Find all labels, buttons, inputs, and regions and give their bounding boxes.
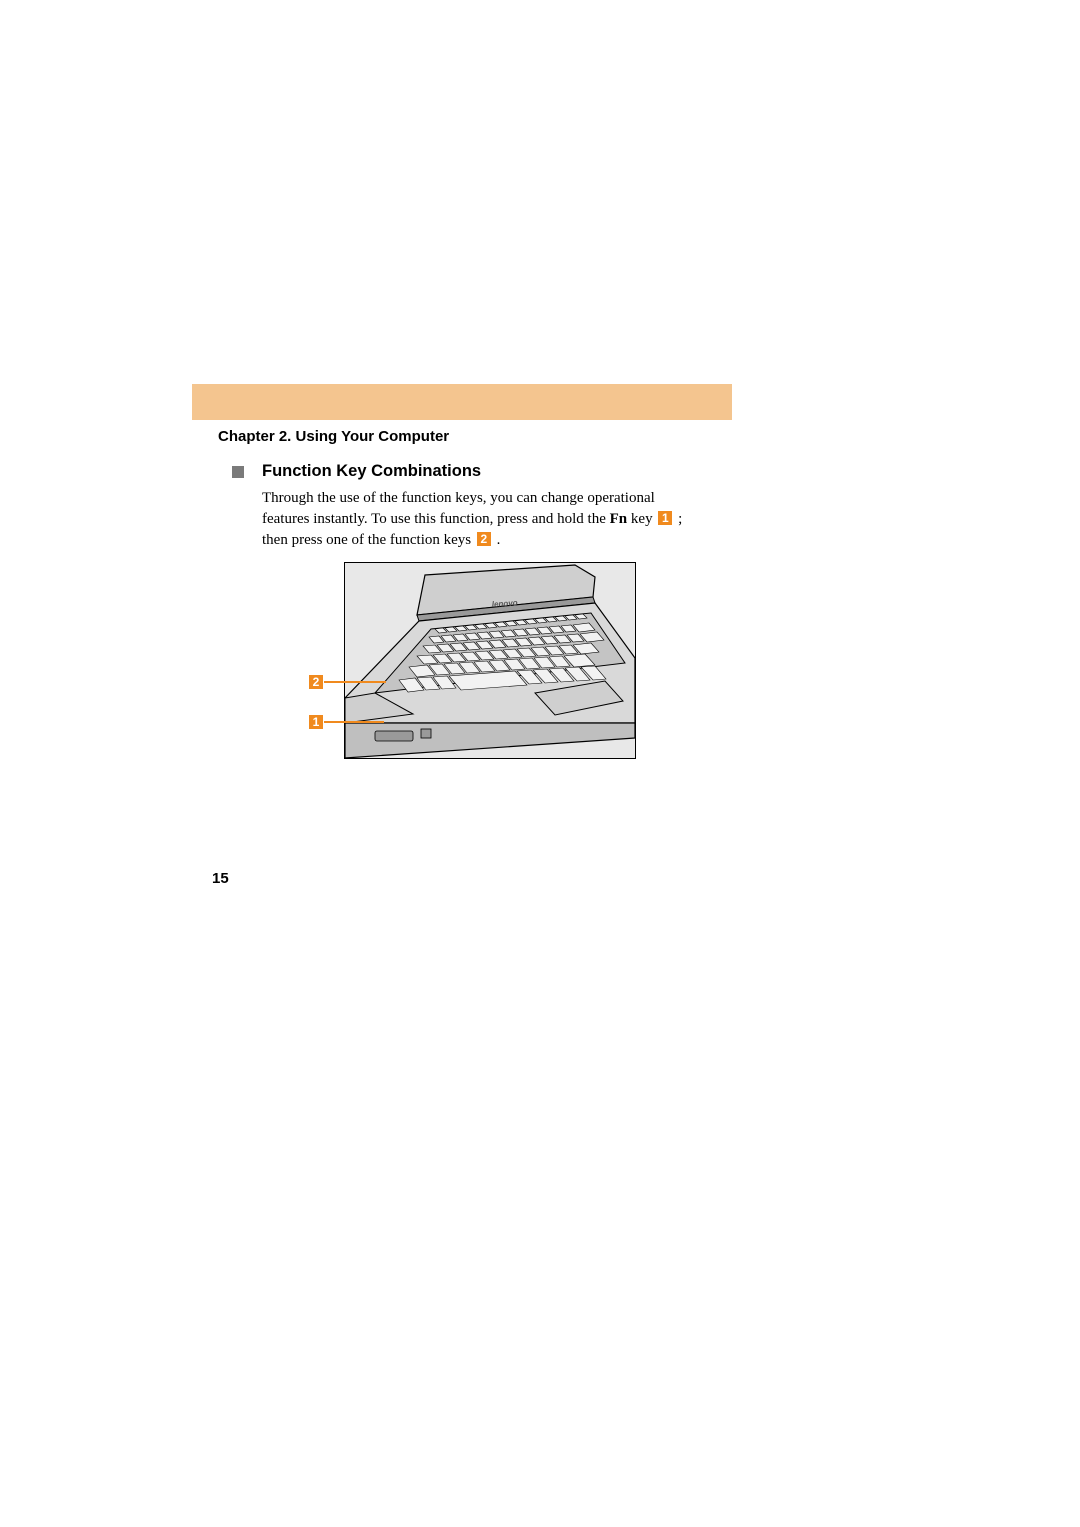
section-heading: Function Key Combinations — [262, 462, 481, 481]
figure-laptop-keyboard: lenovo — [344, 562, 636, 759]
section-paragraph: Through the use of the function keys, yo… — [262, 488, 702, 551]
callout-label-2: 2 — [309, 675, 323, 689]
leader-line-2 — [324, 681, 386, 683]
para-text-2: key — [627, 511, 656, 527]
callout-badge-1: 1 — [309, 714, 323, 732]
fn-key-label: Fn — [610, 511, 628, 527]
brand-text: lenovo — [492, 598, 518, 609]
inline-badge-1: 1 — [658, 511, 672, 525]
page-number: 15 — [212, 870, 229, 887]
inline-badge-2: 2 — [477, 532, 491, 546]
callout-badge-2: 2 — [309, 674, 323, 692]
chapter-title: Chapter 2. Using Your Computer — [218, 428, 449, 445]
para-text-1: Through the use of the function keys, yo… — [262, 490, 655, 527]
callout-label-1: 1 — [309, 715, 323, 729]
section-bullet-icon — [232, 466, 244, 478]
header-band — [192, 384, 732, 420]
leader-line-1 — [324, 721, 384, 723]
page: Chapter 2. Using Your Computer Function … — [0, 0, 1080, 1527]
para-text-4: . — [493, 532, 501, 548]
laptop-keyboard-icon: lenovo — [345, 563, 635, 758]
